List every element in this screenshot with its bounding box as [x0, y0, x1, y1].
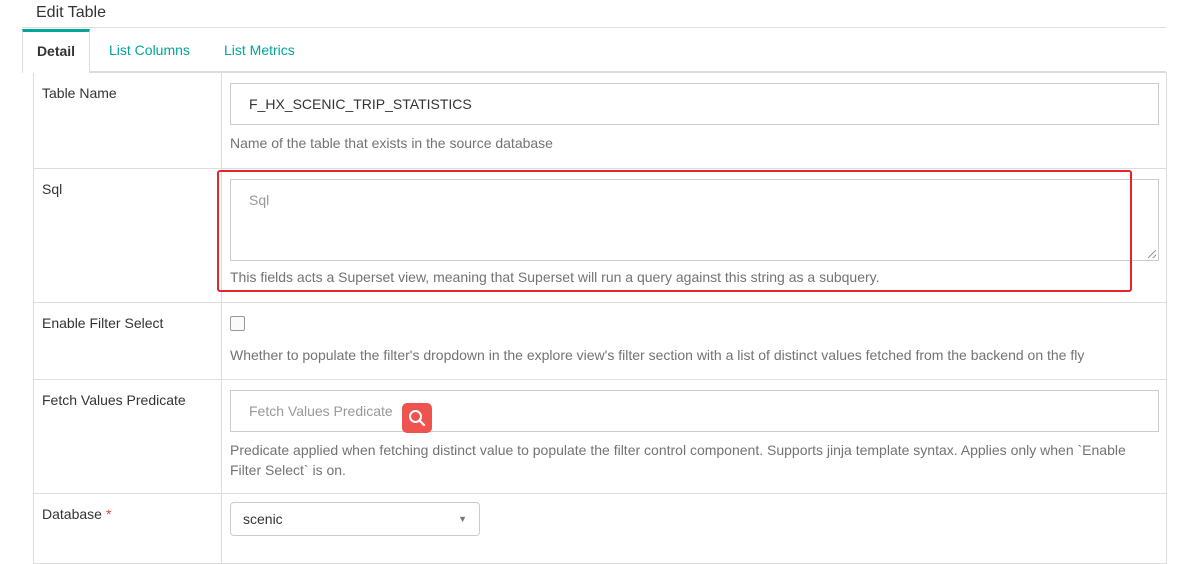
enable-filter-select-checkbox[interactable]: [230, 316, 245, 331]
sql-label: Sql: [33, 168, 222, 303]
form-row-enable-filter-select: Enable Filter Select Whether to populate…: [33, 302, 1167, 380]
search-icon-glyph: [409, 410, 426, 427]
database-selected-value: scenic: [243, 511, 283, 527]
tab-detail[interactable]: Detail: [22, 29, 90, 73]
tab-bar: Detail List Columns List Metrics: [22, 29, 1166, 73]
form-row-sql: Sql Sql This fields acts a Superset view…: [33, 168, 1167, 303]
form-row-database: Database * scenic ▼: [33, 493, 1167, 564]
fetch-values-predicate-help: Predicate applied when fetching distinct…: [230, 442, 1126, 478]
edit-form-table: Table Name F_HX_SCENIC_TRIP_STATISTICS N…: [33, 72, 1167, 564]
search-icon[interactable]: [402, 403, 432, 433]
database-label: Database: [42, 506, 102, 522]
caret-down-icon: ▼: [458, 514, 467, 524]
form-row-fetch-values-predicate: Fetch Values Predicate Fetch Values Pred…: [33, 379, 1167, 494]
database-select[interactable]: scenic ▼: [230, 502, 480, 536]
fetch-values-predicate-input[interactable]: Fetch Values Predicate: [230, 390, 1159, 432]
resize-grip-icon[interactable]: [1148, 250, 1156, 258]
table-name-input[interactable]: F_HX_SCENIC_TRIP_STATISTICS: [230, 83, 1159, 125]
database-label-cell: Database *: [33, 493, 222, 564]
sql-field-cell: Sql This fields acts a Superset view, me…: [221, 168, 1167, 303]
enable-filter-select-label: Enable Filter Select: [33, 302, 222, 380]
table-name-label: Table Name: [33, 72, 222, 169]
enable-filter-select-help: Whether to populate the filter's dropdow…: [230, 347, 1085, 363]
form-row-table-name: Table Name F_HX_SCENIC_TRIP_STATISTICS N…: [33, 72, 1167, 169]
database-field-cell: scenic ▼: [221, 493, 1167, 564]
sql-placeholder: Sql: [249, 192, 270, 208]
title-divider: [22, 27, 1166, 28]
tab-list-metrics[interactable]: List Metrics: [224, 29, 295, 72]
fetch-values-predicate-label: Fetch Values Predicate: [33, 379, 222, 494]
sql-textarea[interactable]: Sql: [230, 179, 1159, 261]
required-asterisk: *: [105, 506, 112, 522]
enable-filter-select-field-cell: Whether to populate the filter's dropdow…: [221, 302, 1167, 380]
table-name-field-cell: F_HX_SCENIC_TRIP_STATISTICS Name of the …: [221, 72, 1167, 169]
tab-list-columns[interactable]: List Columns: [109, 29, 190, 72]
panel-title: Edit Table: [36, 4, 106, 21]
table-name-help: Name of the table that exists in the sou…: [230, 135, 553, 151]
sql-help: This fields acts a Superset view, meanin…: [230, 269, 880, 285]
fetch-values-predicate-field-cell: Fetch Values Predicate Predicate applied…: [221, 379, 1167, 494]
